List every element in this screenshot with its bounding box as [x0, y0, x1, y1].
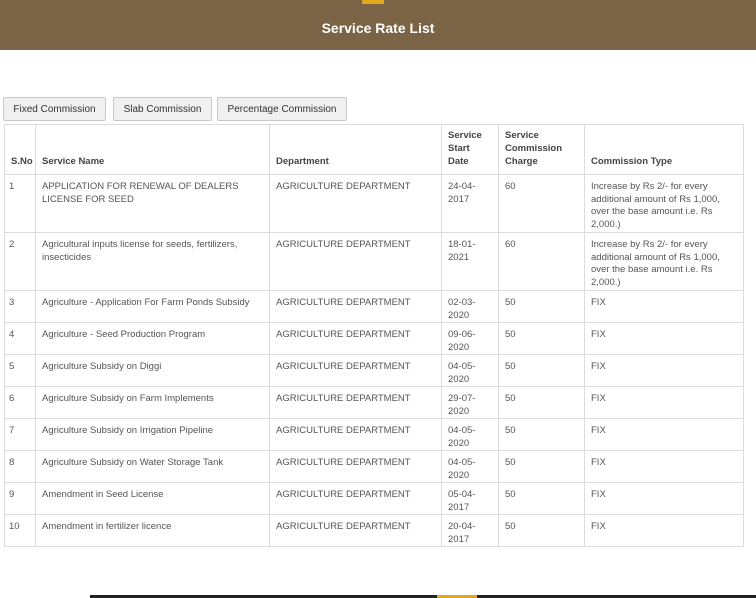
cell-service-name: APPLICATION FOR RENEWAL OF DEALERS LICEN…	[35, 174, 270, 233]
table-row: 8 Agriculture Subsidy on Water Storage T…	[4, 450, 744, 483]
cell-sno: 4	[4, 322, 36, 355]
cell-service-name: Agriculture - Seed Production Program	[35, 322, 270, 355]
cell-charge: 60	[498, 232, 585, 291]
header-start-date: Service Start Date	[441, 124, 499, 175]
cell-sno: 9	[4, 482, 36, 515]
cell-charge: 50	[498, 482, 585, 515]
cell-sno: 2	[4, 232, 36, 291]
cell-type: FIX	[584, 386, 744, 419]
cell-sno: 10	[4, 514, 36, 547]
cell-charge: 50	[498, 290, 585, 323]
table-row: 2 Agricultural inputs license for seeds,…	[4, 232, 744, 291]
cell-sno: 1	[4, 174, 36, 233]
cell-sno: 7	[4, 418, 36, 451]
tab-slab-commission[interactable]: Slab Commission	[113, 97, 212, 121]
cell-start-date: 04-05-2020	[441, 450, 499, 483]
header-department: Department	[269, 124, 442, 175]
cell-charge: 50	[498, 322, 585, 355]
cell-type: FIX	[584, 418, 744, 451]
cell-charge: 50	[498, 354, 585, 387]
cell-start-date: 20-04-2017	[441, 514, 499, 547]
tab-percentage-commission[interactable]: Percentage Commission	[217, 97, 347, 121]
cell-department: AGRICULTURE DEPARTMENT	[269, 386, 442, 419]
cell-start-date: 02-03-2020	[441, 290, 499, 323]
header-sno: S.No	[4, 124, 36, 175]
cell-type: FIX	[584, 514, 744, 547]
cell-sno: 6	[4, 386, 36, 419]
cell-department: AGRICULTURE DEPARTMENT	[269, 174, 442, 233]
cell-type: Increase by Rs 2/- for every additional …	[584, 174, 744, 233]
cell-service-name: Amendment in Seed License	[35, 482, 270, 515]
table-row: 5 Agriculture Subsidy on Diggi AGRICULTU…	[4, 354, 744, 387]
cell-start-date: 09-06-2020	[441, 322, 499, 355]
table-row: 9 Amendment in Seed License AGRICULTURE …	[4, 482, 744, 515]
cell-charge: 50	[498, 386, 585, 419]
cell-service-name: Agriculture Subsidy on Irrigation Pipeli…	[35, 418, 270, 451]
cell-type: FIX	[584, 290, 744, 323]
cell-service-name: Agriculture - Application For Farm Ponds…	[35, 290, 270, 323]
cell-department: AGRICULTURE DEPARTMENT	[269, 354, 442, 387]
cell-type: FIX	[584, 322, 744, 355]
cell-charge: 50	[498, 514, 585, 547]
cell-start-date: 24-04-2017	[441, 174, 499, 233]
cell-charge: 60	[498, 174, 585, 233]
cell-service-name: Agriculture Subsidy on Water Storage Tan…	[35, 450, 270, 483]
cell-department: AGRICULTURE DEPARTMENT	[269, 514, 442, 547]
cell-type: FIX	[584, 450, 744, 483]
cell-start-date: 05-04-2017	[441, 482, 499, 515]
cell-start-date: 04-05-2020	[441, 354, 499, 387]
header-commission-charge: Service Commission Charge	[498, 124, 585, 175]
service-rate-table: S.No Service Name Department Service Sta…	[4, 124, 744, 547]
service-rate-table-container: S.No Service Name Department Service Sta…	[4, 124, 744, 547]
cell-department: AGRICULTURE DEPARTMENT	[269, 450, 442, 483]
cell-type: Increase by Rs 2/- for every additional …	[584, 232, 744, 291]
cell-department: AGRICULTURE DEPARTMENT	[269, 482, 442, 515]
cell-type: FIX	[584, 354, 744, 387]
cell-sno: 3	[4, 290, 36, 323]
table-header-row: S.No Service Name Department Service Sta…	[4, 124, 744, 175]
header-service-name: Service Name	[35, 124, 270, 175]
cell-department: AGRICULTURE DEPARTMENT	[269, 418, 442, 451]
cell-charge: 50	[498, 418, 585, 451]
header-commission-type: Commission Type	[584, 124, 744, 175]
cell-service-name: Agriculture Subsidy on Diggi	[35, 354, 270, 387]
cell-department: AGRICULTURE DEPARTMENT	[269, 232, 442, 291]
cell-service-name: Amendment in fertilizer licence	[35, 514, 270, 547]
cell-sno: 5	[4, 354, 36, 387]
table-row: 4 Agriculture - Seed Production Program …	[4, 322, 744, 355]
cell-sno: 8	[4, 450, 36, 483]
table-row: 1 APPLICATION FOR RENEWAL OF DEALERS LIC…	[4, 174, 744, 233]
cell-department: AGRICULTURE DEPARTMENT	[269, 322, 442, 355]
cell-type: FIX	[584, 482, 744, 515]
cell-start-date: 04-05-2020	[441, 418, 499, 451]
tab-fixed-commission[interactable]: Fixed Commission	[3, 97, 106, 121]
cell-start-date: 18-01-2021	[441, 232, 499, 291]
header-bar: Service Rate List	[0, 0, 756, 50]
table-row: 3 Agriculture - Application For Farm Pon…	[4, 290, 744, 323]
cell-charge: 50	[498, 450, 585, 483]
table-row: 7 Agriculture Subsidy on Irrigation Pipe…	[4, 418, 744, 451]
page-title: Service Rate List	[321, 20, 435, 36]
table-row: 6 Agriculture Subsidy on Farm Implements…	[4, 386, 744, 419]
cell-start-date: 29-07-2020	[441, 386, 499, 419]
cell-service-name: Agricultural inputs license for seeds, f…	[35, 232, 270, 291]
cell-service-name: Agriculture Subsidy on Farm Implements	[35, 386, 270, 419]
table-row: 10 Amendment in fertilizer licence AGRIC…	[4, 514, 744, 547]
cell-department: AGRICULTURE DEPARTMENT	[269, 290, 442, 323]
